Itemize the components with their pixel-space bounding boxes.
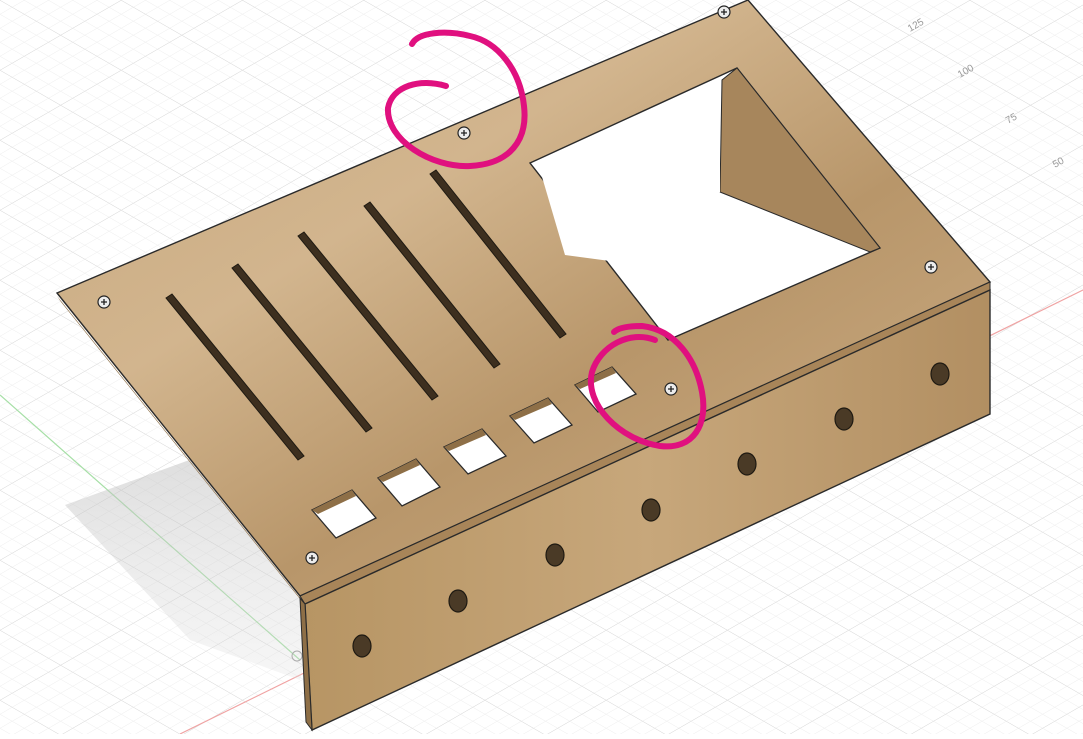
side-hole[interactable] <box>352 634 372 658</box>
side-hole[interactable] <box>930 362 950 386</box>
cad-canvas[interactable]: 125 100 75 50 <box>0 0 1083 735</box>
screw[interactable] <box>97 295 111 309</box>
side-hole[interactable] <box>545 543 565 567</box>
side-hole[interactable] <box>737 452 757 476</box>
screw[interactable] <box>305 551 319 565</box>
side-hole[interactable] <box>448 589 468 613</box>
side-hole[interactable] <box>834 407 854 431</box>
cad-viewport[interactable]: 125 100 75 50 <box>0 0 1083 735</box>
screw[interactable] <box>457 126 471 140</box>
screw[interactable] <box>717 5 731 19</box>
screw[interactable] <box>924 260 938 274</box>
side-hole[interactable] <box>641 498 661 522</box>
screw[interactable] <box>664 382 678 396</box>
